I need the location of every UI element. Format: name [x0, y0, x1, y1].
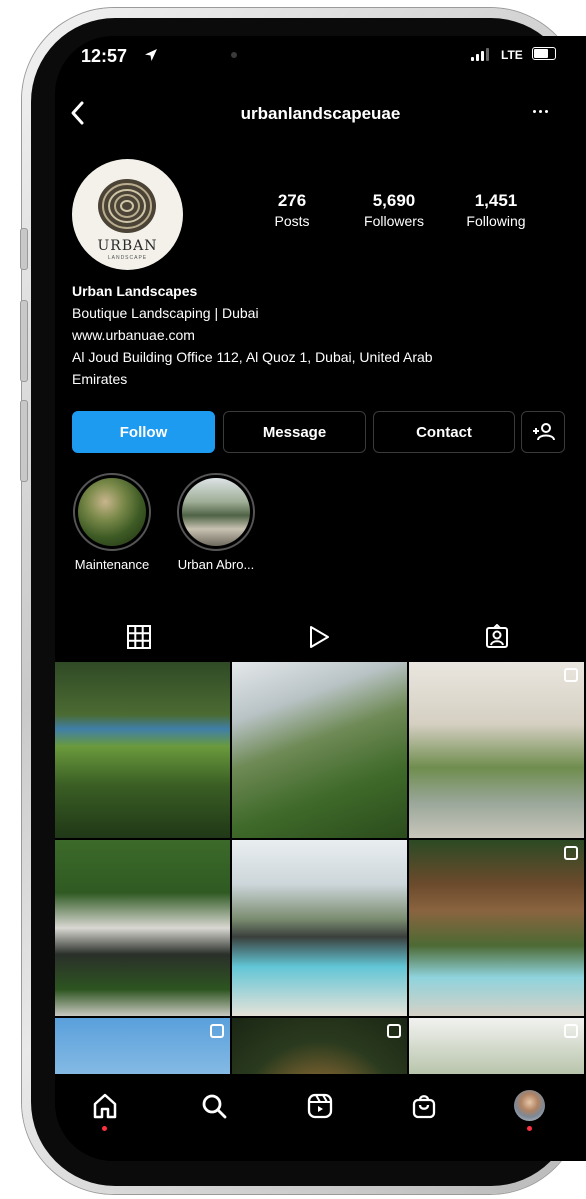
location-arrow-icon: [145, 49, 157, 61]
add-person-icon: [533, 423, 555, 441]
post-thumbnail[interactable]: [232, 840, 407, 1016]
following-count[interactable]: 1,451 Following: [451, 191, 541, 229]
followers-count[interactable]: 5,690 Followers: [349, 191, 439, 229]
bottom-nav: [55, 1076, 586, 1161]
profile-tabs: [55, 616, 586, 656]
multiple-photos-icon: [564, 846, 578, 860]
profile-website-link[interactable]: www.urbanuae.com: [72, 324, 572, 346]
camera-dot-icon: [231, 52, 237, 58]
search-icon[interactable]: [200, 1092, 228, 1120]
highlight-thumbnail: [182, 478, 250, 546]
battery-icon: [532, 47, 556, 60]
network-type: LTE: [501, 48, 523, 62]
grid-icon[interactable]: [126, 624, 152, 650]
logo-text: URBAN: [97, 238, 158, 254]
volume-up-button: [20, 300, 28, 382]
notification-dot: [527, 1126, 532, 1131]
highlight-thumbnail: [78, 478, 146, 546]
highlight-urban-abroad[interactable]: Urban Abro...: [171, 473, 261, 572]
tagged-icon[interactable]: [484, 624, 510, 650]
reels-icon[interactable]: [306, 1092, 334, 1120]
profile-address[interactable]: Al Joud Building Office 112, Al Quoz 1, …: [72, 346, 572, 368]
profile-header: urbanlandscapeuae: [55, 98, 586, 128]
highlight-label: Urban Abro...: [177, 557, 255, 572]
header-username: urbanlandscapeuae: [240, 104, 401, 123]
signal-icon: [471, 48, 489, 61]
home-icon[interactable]: [91, 1092, 119, 1120]
post-thumbnail[interactable]: [55, 662, 230, 838]
mute-switch: [20, 228, 28, 270]
profile-avatar[interactable]: URBAN LANDSCAPE: [72, 159, 183, 270]
contact-button[interactable]: Contact: [373, 411, 515, 453]
follow-button[interactable]: Follow: [72, 411, 215, 453]
profile-category: Boutique Landscaping | Dubai: [72, 305, 259, 321]
post-thumbnail[interactable]: [409, 1018, 584, 1074]
profile-address-cont[interactable]: Emirates: [72, 368, 572, 390]
multiple-photos-icon: [564, 668, 578, 682]
more-options-icon[interactable]: [533, 110, 548, 113]
posts-count[interactable]: 276 Posts: [247, 191, 337, 229]
post-thumbnail[interactable]: [409, 840, 584, 1016]
highlight-maintenance[interactable]: Maintenance: [67, 473, 157, 572]
shop-bag-icon[interactable]: [410, 1092, 438, 1120]
reels-play-icon[interactable]: [306, 624, 332, 650]
post-thumbnail[interactable]: [55, 840, 230, 1016]
status-time: 12:57: [81, 46, 128, 66]
multiple-photos-icon: [387, 1024, 401, 1038]
multiple-photos-icon: [564, 1024, 578, 1038]
logo-subtext: LANDSCAPE: [107, 255, 148, 261]
post-thumbnail[interactable]: [232, 1018, 407, 1074]
multiple-photos-icon: [210, 1024, 224, 1038]
post-thumbnail[interactable]: [55, 1018, 230, 1074]
profile-avatar-tab[interactable]: [514, 1090, 545, 1121]
message-button[interactable]: Message: [223, 411, 366, 453]
post-thumbnail[interactable]: [409, 662, 584, 838]
highlight-label: Maintenance: [74, 557, 150, 572]
status-bar: 12:57 LTE: [55, 36, 586, 82]
screen: 12:57 LTE urbanlandscapeuae URBAN LANDSC…: [55, 36, 586, 1161]
suggested-accounts-button[interactable]: [521, 411, 565, 453]
post-thumbnail[interactable]: [232, 662, 407, 838]
profile-name: Urban Landscapes: [72, 283, 198, 299]
notification-dot: [102, 1126, 107, 1131]
volume-down-button: [20, 400, 28, 482]
profile-bio: Urban Landscapes Boutique Landscaping | …: [72, 280, 572, 390]
posts-grid: [55, 662, 586, 1074]
